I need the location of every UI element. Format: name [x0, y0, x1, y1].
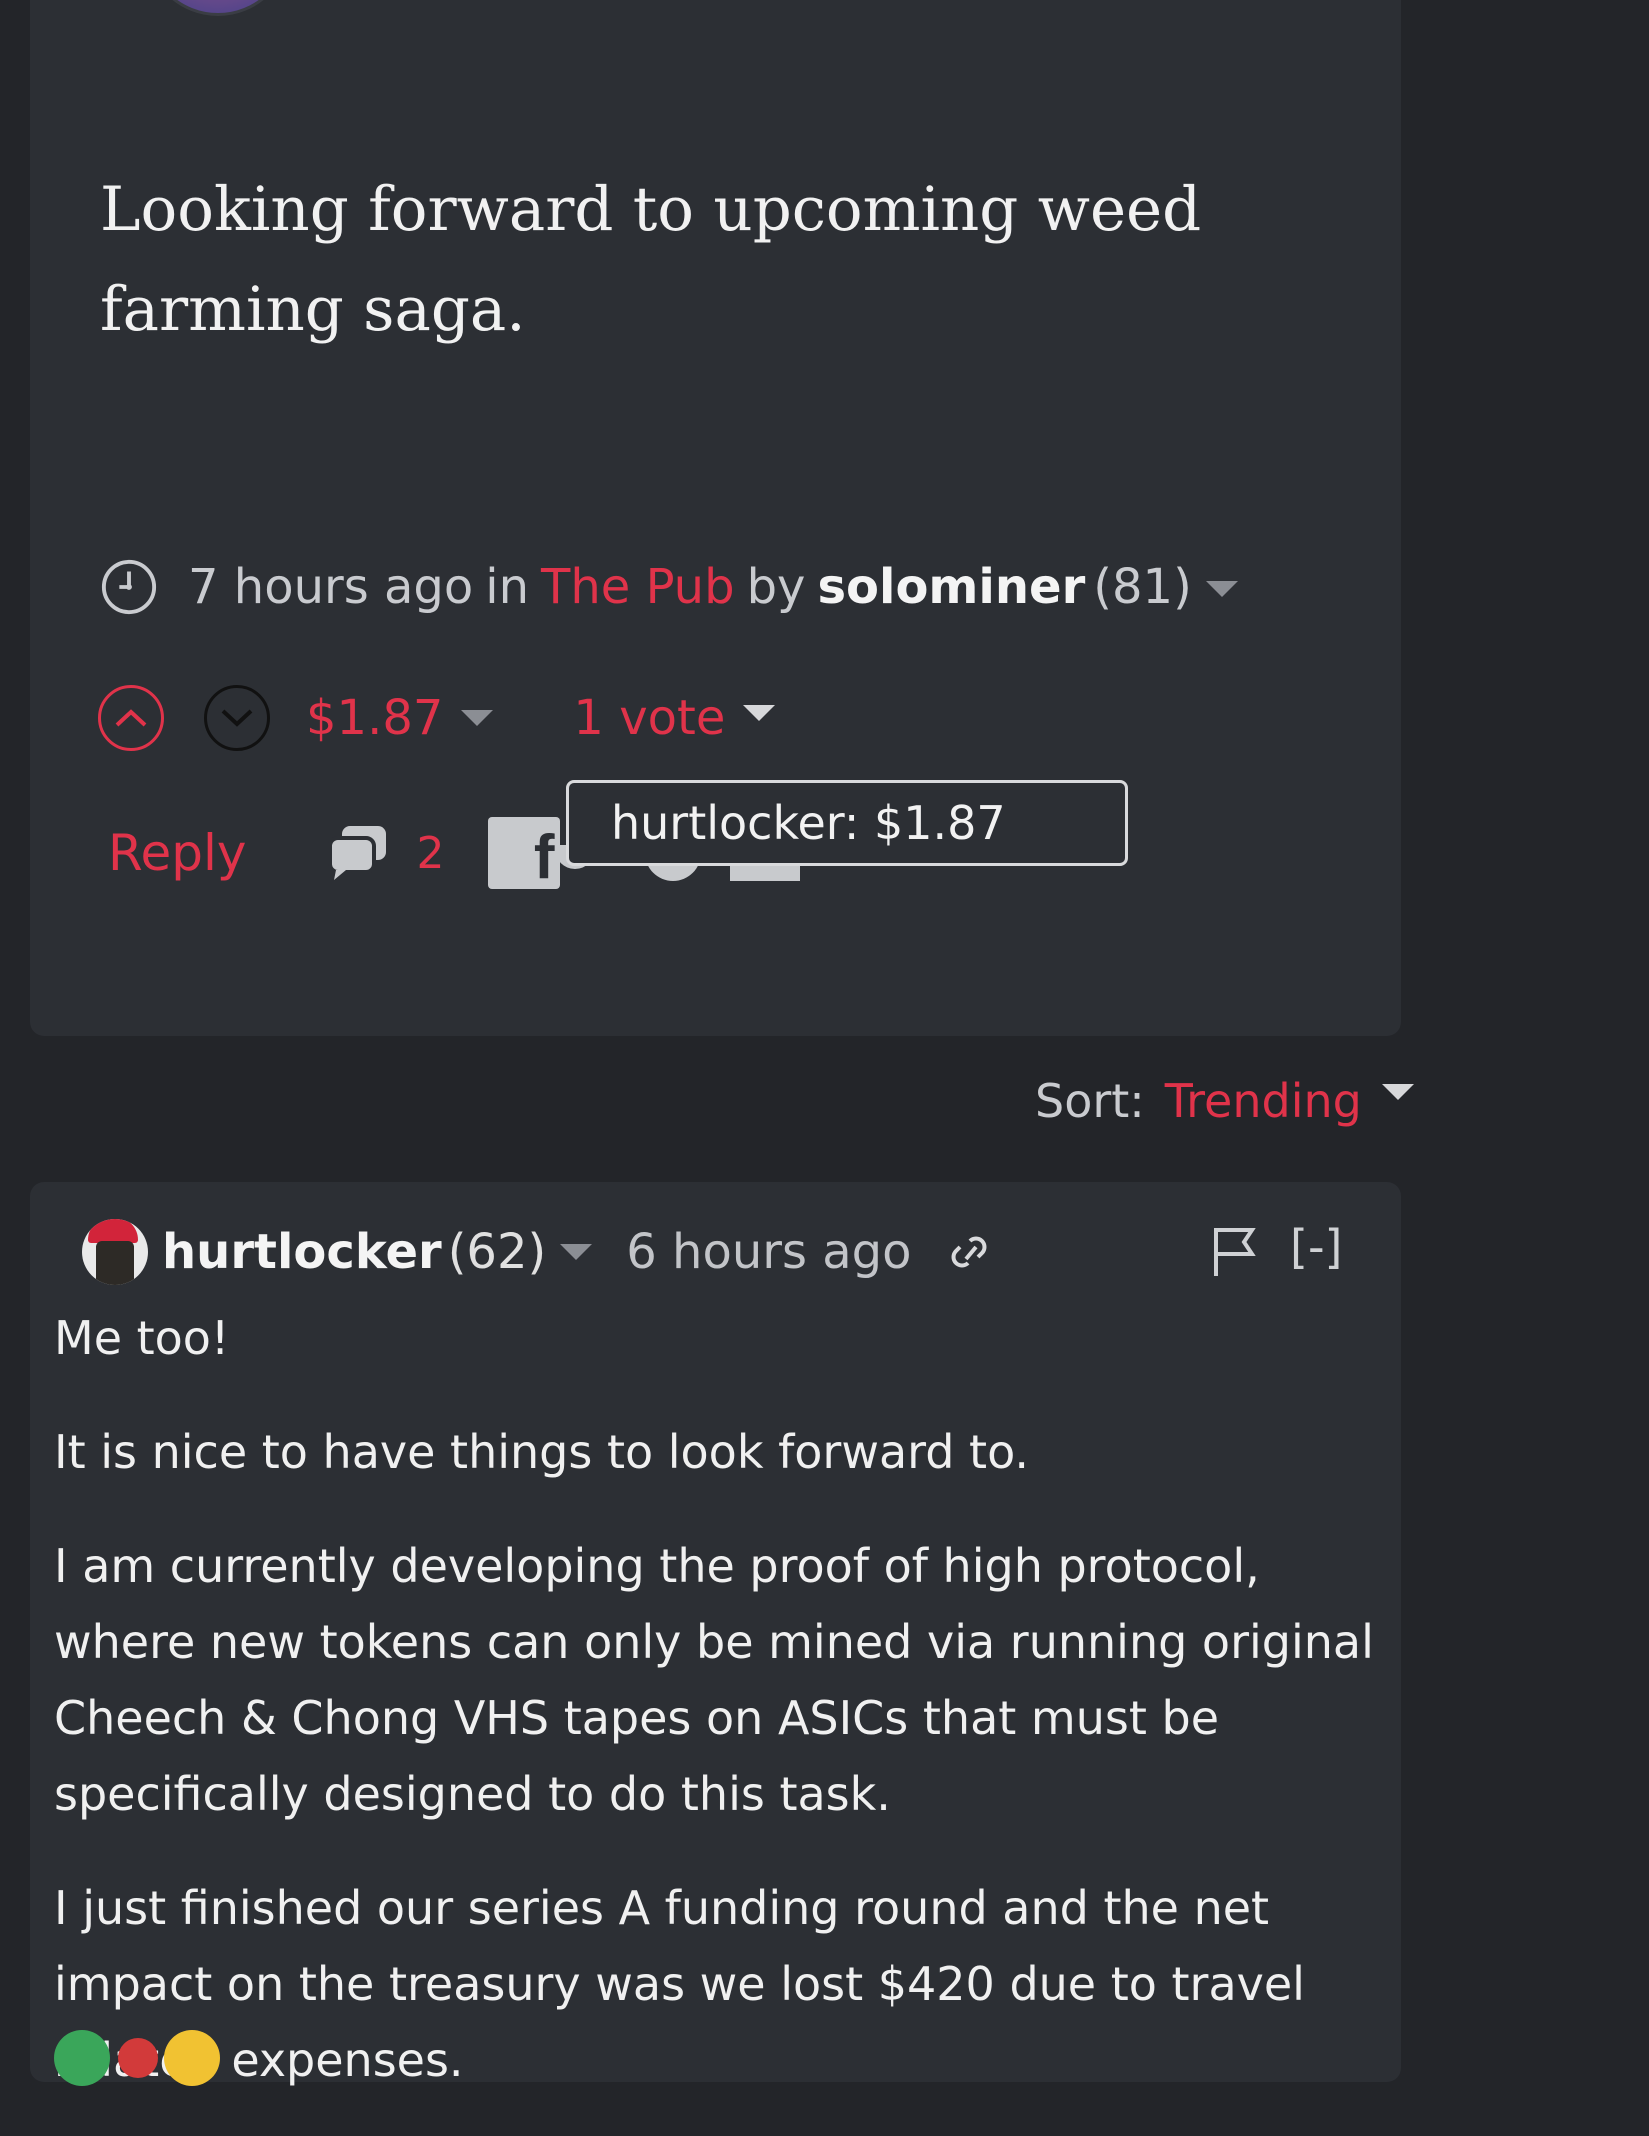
sort-value[interactable]: Trending [1165, 1074, 1362, 1128]
voter-tooltip: hurtlocker: $1.87 [566, 780, 1128, 866]
earth-emoji-icon [54, 2030, 110, 2086]
community-link[interactable]: The Pub [541, 559, 735, 615]
vote-count: 1 vote [573, 690, 726, 746]
upvote-button[interactable] [98, 685, 164, 751]
comment-paragraph: Me too! [54, 1311, 230, 1365]
comment-paragraph: I am currently developing the proof of h… [54, 1539, 1374, 1821]
comment-bubble-icon [328, 826, 387, 880]
comment-header: hurtlocker (62) 6 hours ago [-] [82, 1212, 1372, 1292]
comment-time[interactable]: 6 hours ago [626, 1224, 911, 1280]
post-time: 7 hours ago [188, 559, 474, 615]
reply-link[interactable]: Reply [108, 824, 246, 882]
commenter-avatar[interactable] [82, 1219, 148, 1285]
comment-count: 2 [416, 827, 445, 879]
author-link[interactable]: solominer [817, 559, 1085, 615]
clock-icon [101, 559, 157, 615]
commenter-menu-chevron-icon[interactable] [560, 1244, 593, 1260]
rocket-emoji-icon [118, 2038, 158, 2078]
author-reputation: (81) [1093, 559, 1192, 615]
payout-chevron-icon [461, 710, 494, 726]
flag-icon[interactable] [1212, 1226, 1256, 1278]
upvote-icon [115, 709, 147, 727]
post-meta: 7 hours ago in The Pub by solominer (81) [100, 552, 1238, 622]
comment-paragraph: I just finished our series A funding rou… [54, 1881, 1305, 2087]
comment-paragraph: It is nice to have things to look forwar… [54, 1425, 1030, 1479]
votes-dropdown[interactable]: 1 vote [573, 690, 776, 746]
face-emoji-icon [164, 2030, 220, 2086]
votes-chevron-icon [743, 705, 776, 721]
in-label: in [485, 559, 530, 615]
commenter-name[interactable]: hurtlocker [162, 1224, 442, 1280]
comments-link[interactable]: 2 [326, 824, 444, 882]
payout-dropdown[interactable]: $1.87 [306, 690, 494, 746]
vote-row: $1.87 1 vote [98, 680, 776, 756]
downvote-button[interactable] [204, 685, 270, 751]
collapse-button[interactable]: [-] [1290, 1220, 1343, 1274]
downvote-icon [221, 709, 253, 727]
link-icon[interactable] [946, 1229, 992, 1275]
author-avatar[interactable] [145, 0, 291, 16]
comment-body: Me too! It is nice to have things to loo… [54, 1300, 1384, 2136]
author-menu-chevron-icon[interactable] [1205, 581, 1238, 597]
payout-value: $1.87 [306, 690, 444, 746]
by-label: by [746, 559, 806, 615]
post-actions: Reply 2 f [108, 808, 561, 898]
sort-control[interactable]: Sort: Trending [1035, 1074, 1414, 1128]
sort-chevron-icon[interactable] [1381, 1084, 1414, 1100]
post-body: Looking forward to upcoming weed farming… [100, 174, 1202, 345]
comment-card: hurtlocker (62) 6 hours ago [-] Me too! … [30, 1182, 1401, 2087]
sort-label: Sort: [1035, 1074, 1145, 1128]
commenter-reputation: (62) [447, 1224, 547, 1280]
